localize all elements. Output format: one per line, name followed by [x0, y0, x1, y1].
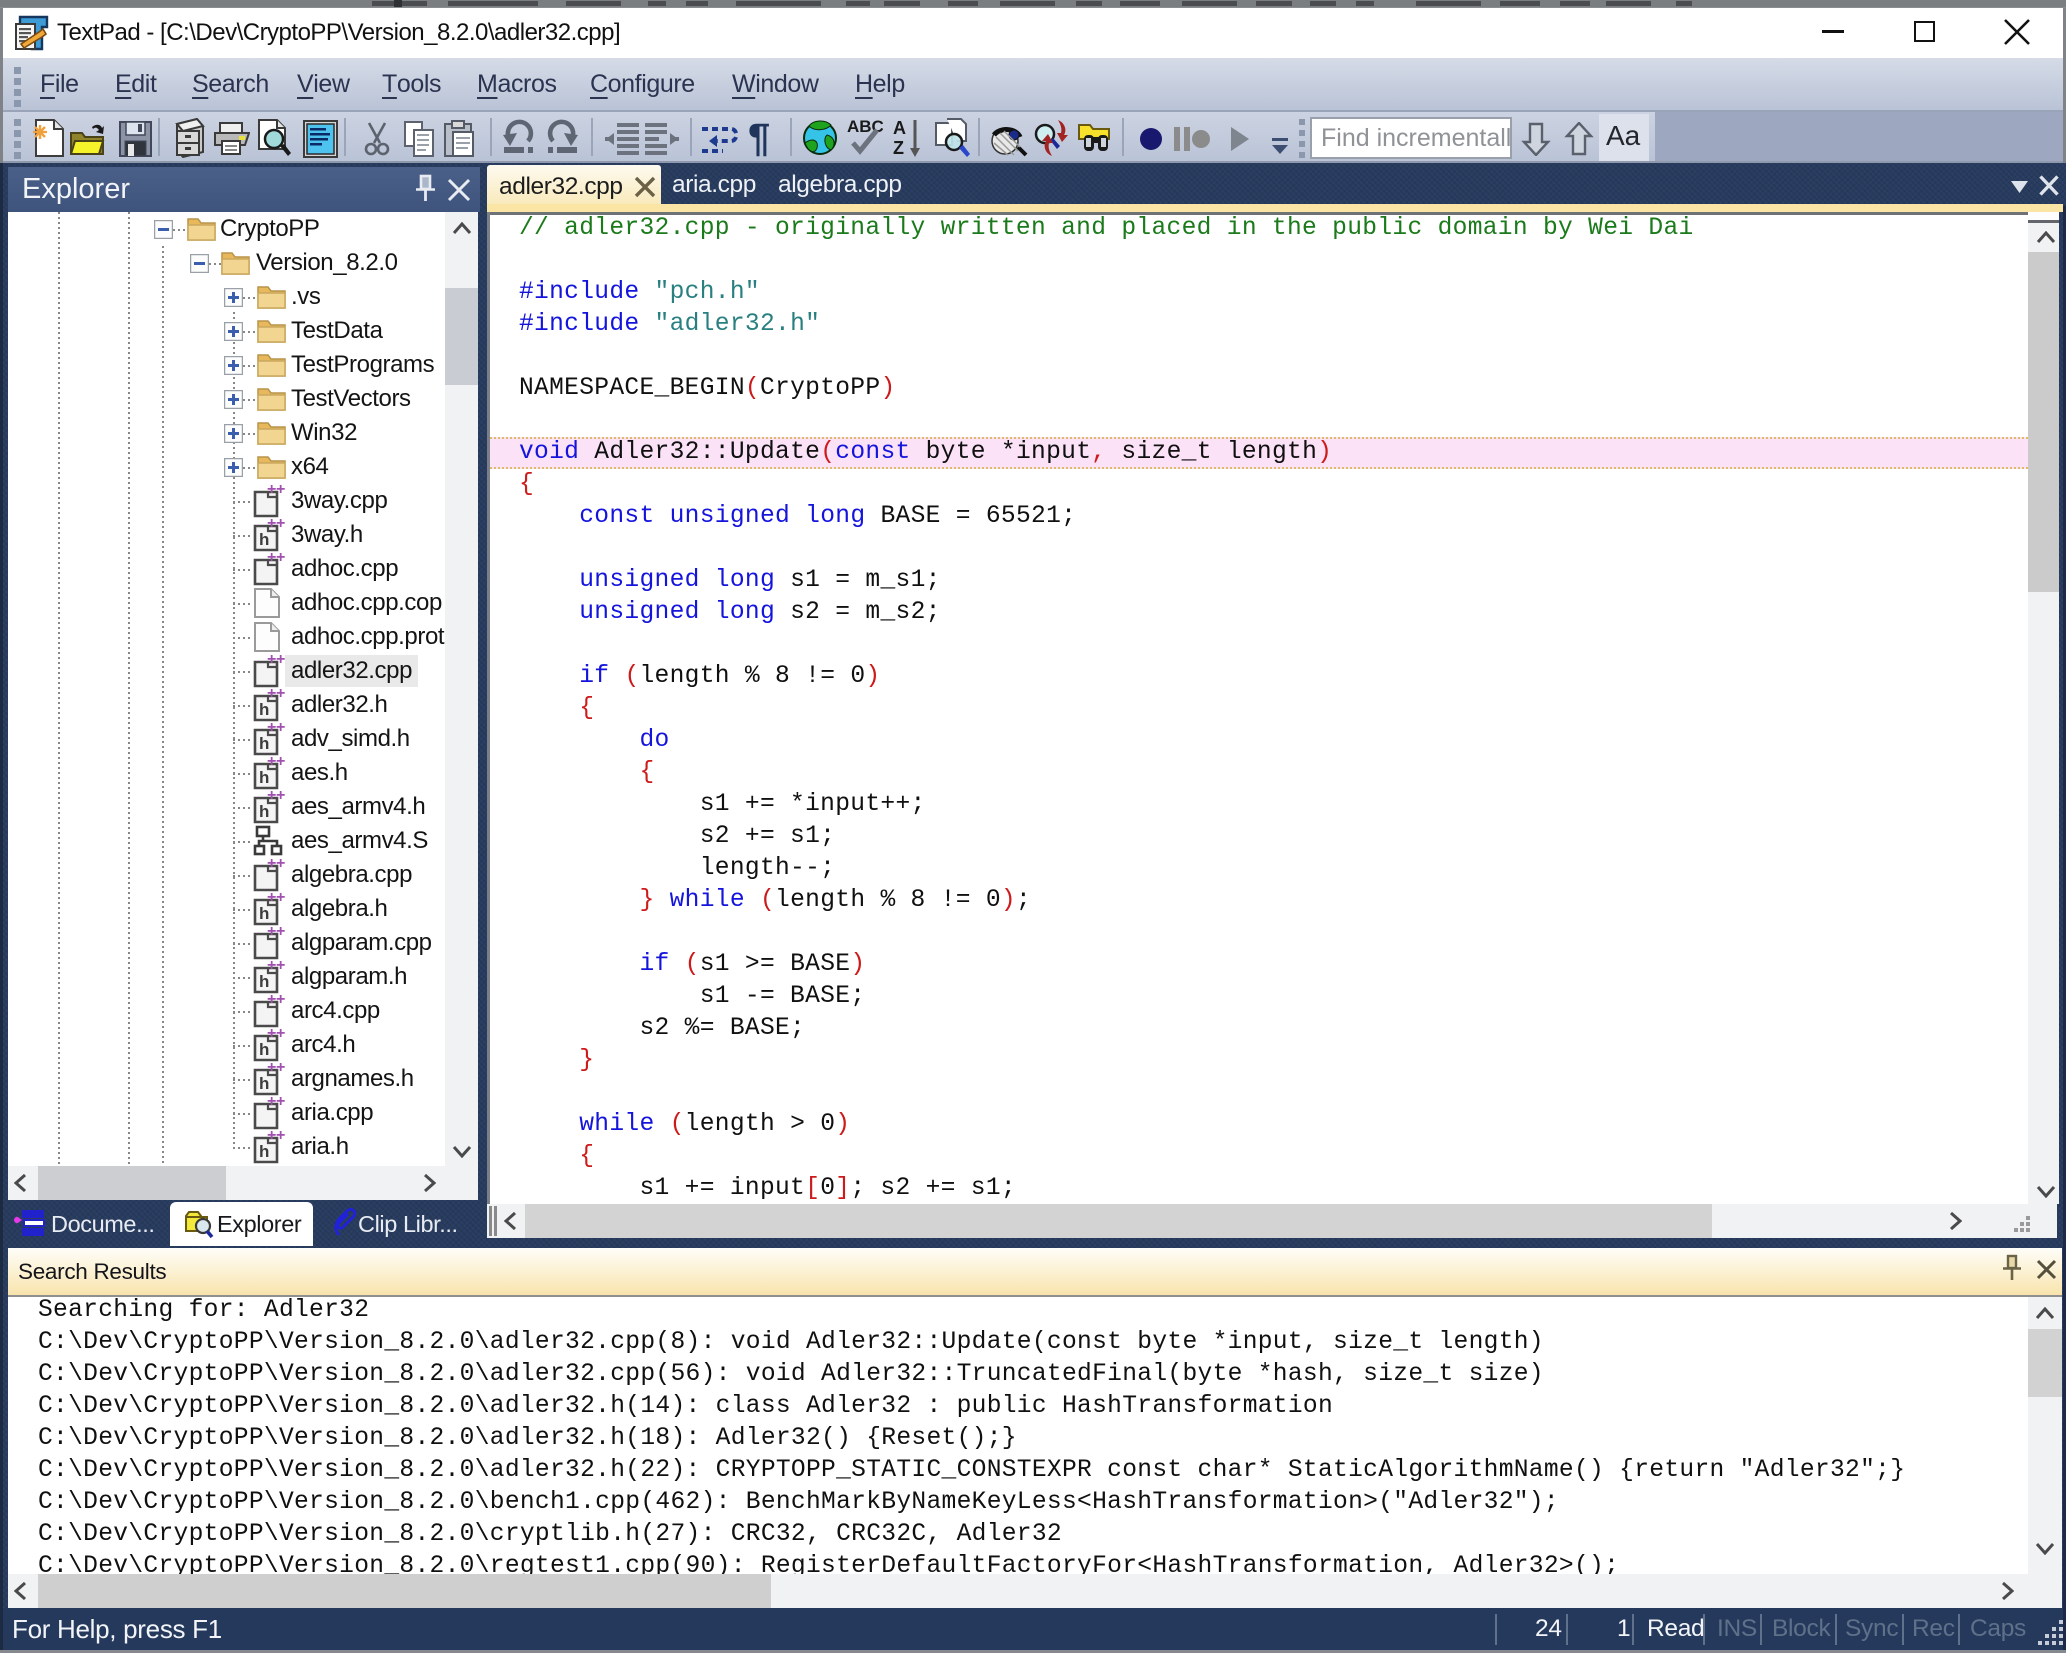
svg-text:++: ++ — [267, 756, 285, 770]
svg-text:A: A — [893, 118, 906, 138]
svg-text:h: h — [259, 734, 269, 753]
svg-text:++: ++ — [267, 858, 285, 872]
svg-text:h: h — [259, 972, 269, 991]
svg-text:++: ++ — [267, 1130, 285, 1144]
svg-text:Z: Z — [893, 138, 904, 158]
svg-text:++: ++ — [267, 892, 285, 906]
svg-text:++: ++ — [267, 1028, 285, 1042]
svg-text:++: ++ — [267, 552, 285, 566]
svg-text:h: h — [259, 530, 269, 549]
svg-text:h: h — [259, 700, 269, 719]
svg-text:++: ++ — [267, 926, 285, 940]
svg-text:ABC: ABC — [847, 118, 883, 136]
svg-text:++: ++ — [267, 994, 285, 1008]
svg-text:h: h — [259, 1074, 269, 1093]
svg-text:h: h — [259, 1142, 269, 1161]
svg-text:++: ++ — [267, 1096, 285, 1110]
svg-text:h: h — [259, 904, 269, 923]
svg-text:++: ++ — [267, 722, 285, 736]
svg-text:++: ++ — [267, 688, 285, 702]
svg-text:h: h — [259, 768, 269, 787]
svg-text:++: ++ — [267, 1062, 285, 1076]
svg-text:++: ++ — [267, 790, 285, 804]
svg-text:++: ++ — [267, 654, 285, 668]
svg-text:h: h — [259, 1040, 269, 1059]
svg-text:h: h — [259, 802, 269, 821]
svg-text:++: ++ — [267, 518, 285, 532]
svg-text:++: ++ — [267, 960, 285, 974]
svg-text:++: ++ — [267, 484, 285, 498]
